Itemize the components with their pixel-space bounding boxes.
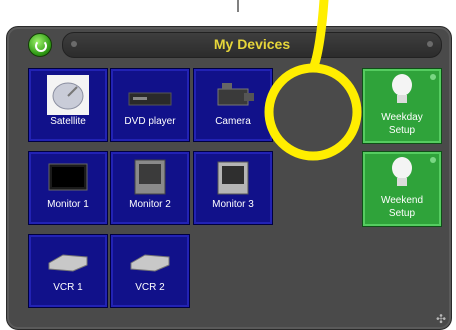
annotation-pointer xyxy=(309,0,329,71)
annotation-overlay xyxy=(237,0,362,161)
annotation-circle xyxy=(264,63,362,161)
